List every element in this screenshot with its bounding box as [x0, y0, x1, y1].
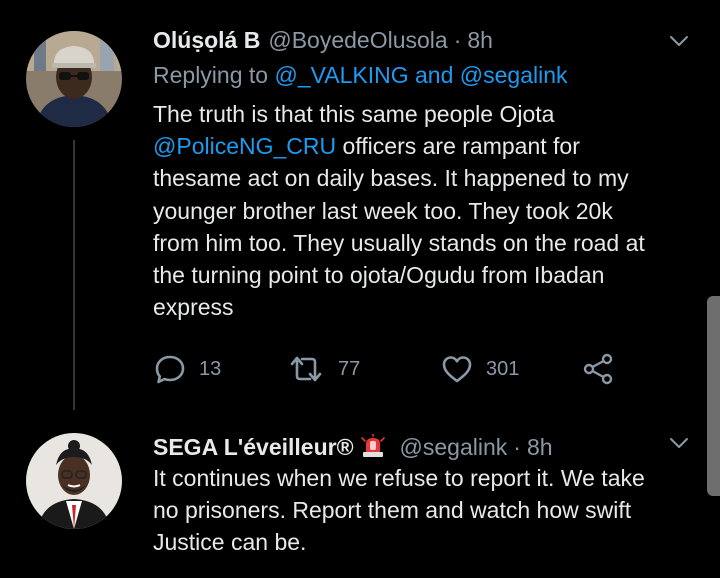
police-light-emoji — [360, 433, 386, 464]
body-line: the turning point to ojota/Ogudu from Ib… — [153, 262, 605, 289]
body-line: The truth is that this same people Ojota — [153, 101, 555, 127]
tweet-segalink[interactable]: SEGA L'éveilleur® @segalink · 8h It cont… — [0, 410, 720, 578]
body-text-segment: officers are rampant for — [336, 133, 580, 160]
avatar-segalink[interactable] — [26, 433, 122, 529]
mention-valking[interactable]: @_VALKING — [274, 62, 408, 88]
retweet-button[interactable]: 77 — [286, 349, 360, 389]
avatar-olusola[interactable] — [26, 31, 122, 127]
author-name[interactable]: SEGA L'éveilleur® — [153, 433, 354, 461]
author-handle[interactable]: @segalink — [400, 433, 508, 461]
body-line: from him too. They usually stands on the… — [153, 229, 645, 256]
scrollbar-thumb[interactable] — [707, 296, 720, 496]
body-line: @PoliceNG_CRU officers are rampant for — [153, 130, 698, 162]
body-line: younger brother last week too. They took… — [153, 197, 613, 224]
separator-dot: · — [453, 27, 462, 53]
replying-to: Replying to @_VALKING and @segalink — [153, 61, 568, 89]
tweet1-body: The truth is that this same people Ojota… — [153, 98, 698, 323]
heart-icon — [442, 356, 472, 383]
avatar-olusola-image — [26, 31, 122, 127]
mention-segalink[interactable]: @segalink — [460, 62, 568, 88]
retweet-icon — [290, 356, 322, 382]
avatar-segalink-image — [26, 433, 122, 529]
reply-icon — [155, 355, 185, 384]
tweet2-header: SEGA L'éveilleur® @segalink · 8h — [153, 431, 553, 461]
tweet2-body: It continues when we refuse to report it… — [153, 462, 698, 559]
share-icon — [583, 353, 613, 385]
thread-connector-line — [73, 140, 75, 410]
share-button[interactable] — [581, 349, 615, 389]
retweet-count: 77 — [338, 357, 361, 380]
chevron-down-icon — [670, 438, 688, 448]
body-line: Justice can be. — [153, 529, 307, 556]
like-count: 301 — [486, 357, 520, 380]
more-options-button[interactable] — [668, 30, 690, 52]
timestamp[interactable]: 8h — [527, 433, 553, 461]
body-line: It continues when we refuse to report it… — [153, 465, 645, 491]
replying-to-label: Replying to — [153, 62, 269, 88]
like-button[interactable]: 301 — [440, 349, 519, 389]
body-line: no prisoners. Report them and watch how … — [153, 497, 632, 524]
author-name[interactable]: Olúṣọlá B — [153, 26, 260, 54]
more-options-button[interactable] — [668, 432, 690, 454]
replying-and[interactable]: and — [415, 62, 453, 88]
tweet1-actions: 13 77 301 — [153, 349, 633, 389]
tweet1-header: Olúṣọlá B @BoyedeOlusola · 8h — [153, 26, 493, 54]
reply-button[interactable]: 13 — [153, 349, 221, 389]
separator-dot: · — [513, 434, 521, 460]
author-handle[interactable]: @BoyedeOlusola — [268, 26, 447, 54]
chevron-down-icon — [670, 36, 688, 46]
body-line: thesame act on daily bases. It happened … — [153, 165, 629, 192]
tweet-olusola[interactable]: Olúṣọlá B @BoyedeOlusola · 8h Replying t… — [0, 0, 720, 410]
body-line: express — [153, 294, 234, 321]
mention-policeng-cru[interactable]: @PoliceNG_CRU — [153, 133, 336, 159]
timestamp[interactable]: 8h — [467, 26, 493, 54]
police-light-icon — [360, 433, 385, 457]
reply-count: 13 — [199, 357, 222, 380]
